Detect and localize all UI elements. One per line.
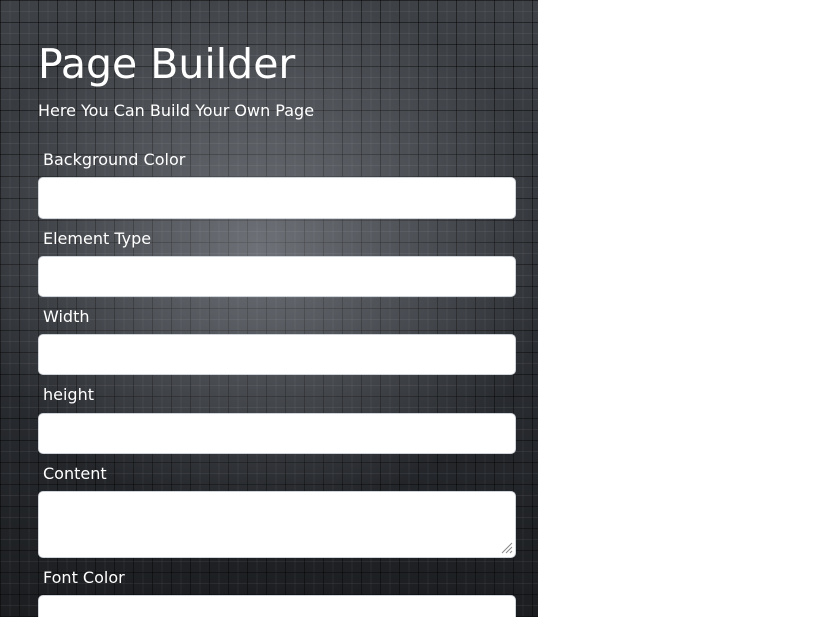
background-color-input[interactable] <box>38 177 516 219</box>
height-input[interactable] <box>38 413 516 454</box>
page-subtitle: Here You Can Build Your Own Page <box>38 101 315 120</box>
width-label: Width <box>43 307 90 326</box>
width-input[interactable] <box>38 334 516 375</box>
background-color-label: Background Color <box>43 150 186 169</box>
page-builder-panel: Page Builder Here You Can Build Your Own… <box>0 0 538 617</box>
page-title: Page Builder <box>38 40 296 88</box>
element-type-label: Element Type <box>43 229 152 248</box>
content-textarea[interactable] <box>38 491 516 558</box>
resize-grip-icon[interactable] <box>499 540 513 554</box>
element-type-input[interactable] <box>38 256 516 297</box>
content-label: Content <box>43 464 107 483</box>
font-color-label: Font Color <box>43 568 125 587</box>
font-color-input[interactable] <box>38 595 516 617</box>
height-label: height <box>43 385 94 404</box>
